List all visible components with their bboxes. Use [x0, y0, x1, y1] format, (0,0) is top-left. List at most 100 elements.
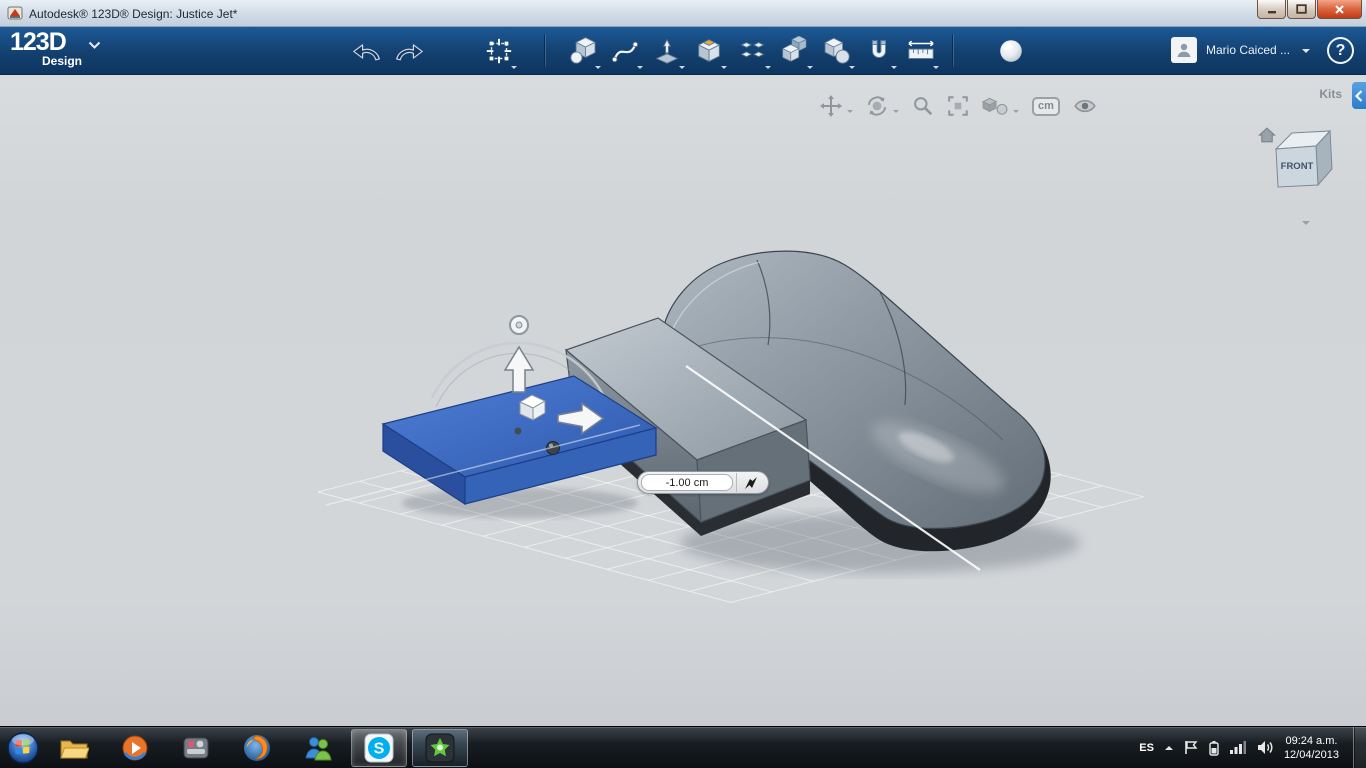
redo-button[interactable]	[390, 32, 428, 70]
dimension-input-box	[637, 471, 769, 494]
show-hidden-icons-button[interactable]	[1164, 745, 1173, 750]
firefox-icon	[244, 734, 270, 761]
viewcube-caret-icon[interactable]	[1302, 221, 1310, 225]
snap-magnet-icon	[871, 40, 887, 59]
battery-icon[interactable]	[1209, 740, 1219, 756]
box-shadow	[402, 488, 638, 518]
pan-icon[interactable]	[820, 95, 842, 117]
system-tray: ES	[1139, 740, 1274, 756]
construct-dropdown-caret-icon[interactable]	[679, 66, 685, 69]
taskbar-messenger-button[interactable]	[290, 729, 346, 767]
toolbar-separator	[952, 35, 953, 67]
modify-dropdown-caret-icon[interactable]	[721, 66, 727, 69]
sketch-dropdown-caret-icon[interactable]	[637, 66, 643, 69]
pivot-dot	[514, 427, 522, 435]
clock-time: 09:24 a.m.	[1285, 734, 1338, 747]
action-center-flag-icon[interactable]	[1184, 740, 1198, 755]
orbit-icon[interactable]	[866, 95, 888, 117]
unit-label: cm	[1038, 100, 1054, 112]
zoom-fit-icon[interactable]	[947, 95, 969, 117]
toolbar-separator	[544, 35, 545, 67]
3d-scene[interactable]	[0, 75, 1366, 726]
taskbar-skype-button[interactable]: S	[351, 728, 407, 767]
kits-panel-toggle[interactable]	[1352, 82, 1366, 109]
orbit-caret-icon[interactable]	[893, 109, 899, 113]
primitives-tool-button[interactable]	[564, 32, 602, 70]
window-title: Autodesk® 123D® Design: Justice Jet*	[29, 6, 238, 21]
units-button[interactable]: cm	[1032, 96, 1060, 116]
window-titlebar[interactable]: Autodesk® 123D® Design: Justice Jet*	[0, 0, 1366, 27]
chevron-left-icon	[1355, 89, 1363, 102]
transform-tool-button[interactable]	[480, 32, 518, 70]
primitives-dropdown-caret-icon[interactable]	[595, 66, 601, 69]
pattern-tool-button[interactable]	[734, 32, 772, 70]
skype-icon: S	[364, 733, 394, 762]
display-caret-icon[interactable]	[1013, 109, 1019, 113]
taskbar-firefox-button[interactable]	[229, 729, 285, 767]
maximize-button[interactable]	[1287, 0, 1316, 19]
help-glyph: ?	[1335, 41, 1346, 59]
clock-date: 12/04/2013	[1283, 748, 1339, 761]
123d-design-app-icon	[425, 733, 455, 762]
taskbar-123d-design-button[interactable]	[412, 728, 468, 767]
close-icon	[1335, 4, 1344, 14]
logo-subtext: Design	[42, 54, 83, 68]
taskbar-pinned-app-button[interactable]	[168, 729, 224, 767]
3d-viewport[interactable]: cm Kits FRONT	[0, 75, 1366, 726]
maximize-icon	[1296, 4, 1307, 14]
undo-icon	[353, 44, 380, 61]
user-name: Mario Caiced ...	[1206, 43, 1291, 57]
language-indicator[interactable]: ES	[1139, 742, 1154, 754]
material-sphere-icon	[1000, 40, 1022, 62]
primitives-icon	[570, 37, 596, 64]
viewcube-front-label: FRONT	[1281, 161, 1314, 172]
taskbar-clock[interactable]: 09:24 a.m. 12/04/2013	[1284, 734, 1339, 762]
group-tool-button[interactable]	[776, 32, 814, 70]
taskbar: S ES 09:24 a.m. 12/04/2013	[0, 726, 1366, 768]
material-tool-button[interactable]	[992, 32, 1030, 70]
avatar	[1171, 37, 1197, 63]
minimize-button[interactable]	[1257, 0, 1286, 19]
messenger-icon	[305, 736, 332, 760]
show-desktop-button[interactable]	[1353, 726, 1366, 768]
user-dropdown-caret-icon	[1302, 49, 1310, 53]
dimension-input[interactable]	[641, 474, 733, 491]
help-button[interactable]: ?	[1327, 37, 1354, 64]
start-button[interactable]	[5, 730, 41, 766]
measure-tool-button[interactable]	[902, 32, 940, 70]
taskbar-media-player-button[interactable]	[107, 729, 163, 767]
construct-tool-button[interactable]	[648, 32, 686, 70]
taskbar-explorer-button[interactable]	[46, 729, 102, 767]
measure-dropdown-caret-icon[interactable]	[933, 66, 939, 69]
sketch-tool-button[interactable]	[606, 32, 644, 70]
modify-tool-button[interactable]	[690, 32, 728, 70]
undo-button[interactable]	[348, 32, 386, 70]
volume-icon[interactable]	[1257, 740, 1274, 755]
visibility-eye-icon[interactable]	[1073, 95, 1097, 117]
combine-icon	[824, 37, 850, 64]
dimension-apply-icon	[744, 476, 757, 489]
combine-tool-button[interactable]	[818, 32, 856, 70]
construct-icon	[655, 38, 679, 64]
snap-tool-button[interactable]	[860, 32, 898, 70]
pattern-dropdown-caret-icon[interactable]	[765, 66, 771, 69]
snap-dropdown-caret-icon[interactable]	[891, 66, 897, 69]
user-account-menu[interactable]: Mario Caiced ...	[1171, 37, 1310, 63]
viewcube[interactable]: FRONT	[1258, 125, 1354, 225]
display-settings-icon[interactable]	[982, 95, 1008, 117]
close-button[interactable]	[1317, 0, 1362, 19]
app-logo[interactable]: 123D Design	[10, 30, 82, 68]
transform-dropdown-caret-icon[interactable]	[511, 66, 517, 69]
group-dropdown-caret-icon[interactable]	[807, 66, 813, 69]
zoom-icon[interactable]	[912, 95, 934, 117]
redo-icon	[396, 44, 423, 61]
network-signal-icon[interactable]	[1229, 740, 1246, 755]
combine-dropdown-caret-icon[interactable]	[849, 66, 855, 69]
measure-ruler-icon	[908, 40, 934, 59]
logo-menu-chevron-icon[interactable]	[88, 41, 101, 49]
dimension-apply-button[interactable]	[736, 473, 764, 492]
pan-caret-icon[interactable]	[847, 109, 853, 113]
skype-letter: S	[374, 740, 385, 757]
home-icon[interactable]	[1258, 127, 1276, 143]
pattern-icon	[740, 42, 765, 58]
